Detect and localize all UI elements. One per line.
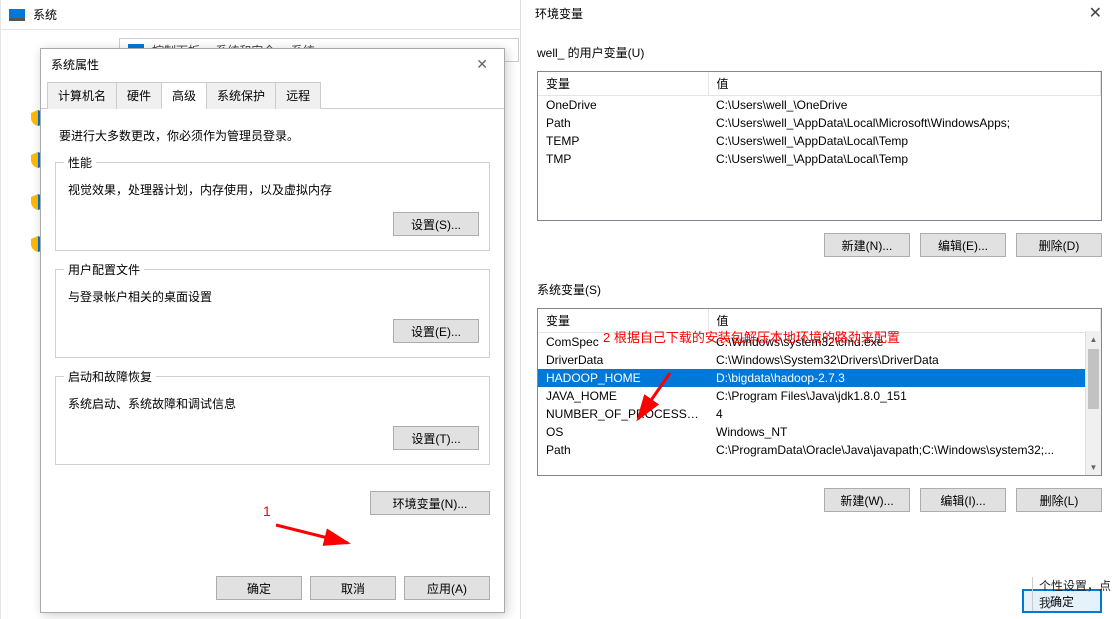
table-row[interactable]: TEMPC:\Users\well_\AppData\Local\Temp xyxy=(538,132,1101,150)
performance-section: 性能 视觉效果，处理器计划，内存使用，以及虚拟内存 设置(S)... xyxy=(55,162,490,251)
user-new-button[interactable]: 新建(N)... xyxy=(824,233,910,257)
var-value: C:\ProgramData\Oracle\Java\javapath;C:\W… xyxy=(708,441,1101,459)
var-value: Windows_NT xyxy=(708,423,1101,441)
annotation-1: 1 xyxy=(263,503,271,519)
table-row[interactable]: HADOOP_HOMED:\bigdata\hadoop-2.7.3 xyxy=(538,369,1101,387)
dialog-title: 环境变量 xyxy=(535,5,583,22)
environment-variables-dialog: 环境变量 ✕ well_ 的用户变量(U) 变量 值 OneDriveC:\Us… xyxy=(520,0,1118,619)
startup-recovery-section: 启动和故障恢复 系统启动、系统故障和调试信息 设置(T)... xyxy=(55,376,490,465)
performance-settings-button[interactable]: 设置(S)... xyxy=(393,212,479,236)
var-name: Path xyxy=(538,114,708,132)
var-value: 4 xyxy=(708,405,1101,423)
tab-computer-name[interactable]: 计算机名 xyxy=(47,82,117,109)
sys-new-button[interactable]: 新建(W)... xyxy=(824,488,910,512)
var-name: JAVA_HOME xyxy=(538,387,708,405)
table-row[interactable]: JAVA_HOMEC:\Program Files\Java\jdk1.8.0_… xyxy=(538,387,1101,405)
var-value: C:\Program Files\Java\jdk1.8.0_151 xyxy=(708,387,1101,405)
var-value: C:\Users\well_\AppData\Local\Temp xyxy=(708,132,1101,150)
tab-system-protection[interactable]: 系统保护 xyxy=(206,82,276,109)
admin-note: 要进行大多数更改，你必须作为管理员登录。 xyxy=(55,127,490,144)
user-profiles-settings-button[interactable]: 设置(E)... xyxy=(393,319,479,343)
var-value: C:\Users\well_\AppData\Local\Microsoft\W… xyxy=(708,114,1101,132)
table-row[interactable]: OneDriveC:\Users\well_\OneDrive xyxy=(538,96,1101,115)
scrollbar[interactable]: ▲ ▼ xyxy=(1085,331,1101,475)
monitor-icon xyxy=(9,9,25,21)
scroll-up-icon[interactable]: ▲ xyxy=(1086,331,1101,347)
table-row[interactable]: DriverDataC:\Windows\System32\Drivers\Dr… xyxy=(538,351,1101,369)
var-name: HADOOP_HOME xyxy=(538,369,708,387)
tabs: 计算机名 硬件 高级 系统保护 远程 xyxy=(41,81,504,109)
dialog-title: 系统属性 xyxy=(51,56,99,73)
scroll-down-icon[interactable]: ▼ xyxy=(1086,459,1101,475)
var-name: TMP xyxy=(538,150,708,168)
close-icon[interactable]: ✕ xyxy=(1083,1,1108,25)
arrow-icon xyxy=(272,517,362,553)
user-variables-label: well_ 的用户变量(U) xyxy=(521,26,1118,65)
col-header-value[interactable]: 值 xyxy=(708,72,1101,96)
user-variables-table[interactable]: 变量 值 OneDriveC:\Users\well_\OneDrivePath… xyxy=(537,71,1102,221)
tab-advanced[interactable]: 高级 xyxy=(161,82,207,109)
system-variables-label: 系统变量(S) xyxy=(521,257,1118,302)
user-delete-button[interactable]: 删除(D) xyxy=(1016,233,1102,257)
var-value: C:\Users\well_\AppData\Local\Temp xyxy=(708,150,1101,168)
section-title: 性能 xyxy=(64,154,96,171)
bg-titlebar: 系统 xyxy=(1,0,521,30)
environment-variables-button[interactable]: 环境变量(N)... xyxy=(370,491,490,515)
section-title: 启动和故障恢复 xyxy=(64,368,156,385)
var-name: DriverData xyxy=(538,351,708,369)
var-name: Path xyxy=(538,441,708,459)
table-row[interactable]: NUMBER_OF_PROCESSORS4 xyxy=(538,405,1101,423)
cancel-button[interactable]: 取消 xyxy=(310,576,396,600)
table-row[interactable]: OSWindows_NT xyxy=(538,423,1101,441)
sys-edit-button[interactable]: 编辑(I)... xyxy=(920,488,1006,512)
scrollbar-thumb[interactable] xyxy=(1088,349,1099,409)
section-desc: 视觉效果，处理器计划，内存使用，以及虚拟内存 xyxy=(66,173,479,212)
table-row[interactable]: PathC:\ProgramData\Oracle\Java\javapath;… xyxy=(538,441,1101,459)
table-row[interactable]: PathC:\Users\well_\AppData\Local\Microso… xyxy=(538,114,1101,132)
bg-title: 系统 xyxy=(33,6,57,23)
close-icon[interactable]: ✕ xyxy=(470,54,494,75)
personal-settings-text[interactable]: 个性设置，点我 xyxy=(1032,577,1118,611)
var-name: OS xyxy=(538,423,708,441)
tab-hardware[interactable]: 硬件 xyxy=(116,82,162,109)
section-desc: 系统启动、系统故障和调试信息 xyxy=(66,387,479,426)
tab-remote[interactable]: 远程 xyxy=(275,82,321,109)
col-header-name[interactable]: 变量 xyxy=(538,72,708,96)
sys-delete-button[interactable]: 删除(L) xyxy=(1016,488,1102,512)
user-profiles-section: 用户配置文件 与登录帐户相关的桌面设置 设置(E)... xyxy=(55,269,490,358)
user-edit-button[interactable]: 编辑(E)... xyxy=(920,233,1006,257)
startup-settings-button[interactable]: 设置(T)... xyxy=(393,426,479,450)
var-name: OneDrive xyxy=(538,96,708,115)
var-value: D:\bigdata\hadoop-2.7.3 xyxy=(708,369,1101,387)
section-title: 用户配置文件 xyxy=(64,261,144,278)
table-row[interactable]: TMPC:\Users\well_\AppData\Local\Temp xyxy=(538,150,1101,168)
var-name: TEMP xyxy=(538,132,708,150)
annotation-2: 2 根据自己下载的安装包解压本地环境的路劲来配置 xyxy=(603,327,900,346)
apply-button[interactable]: 应用(A) xyxy=(404,576,490,600)
var-name: NUMBER_OF_PROCESSORS xyxy=(538,405,708,423)
section-desc: 与登录帐户相关的桌面设置 xyxy=(66,280,479,319)
var-value: C:\Users\well_\OneDrive xyxy=(708,96,1101,115)
var-value: C:\Windows\System32\Drivers\DriverData xyxy=(708,351,1101,369)
ok-button[interactable]: 确定 xyxy=(216,576,302,600)
